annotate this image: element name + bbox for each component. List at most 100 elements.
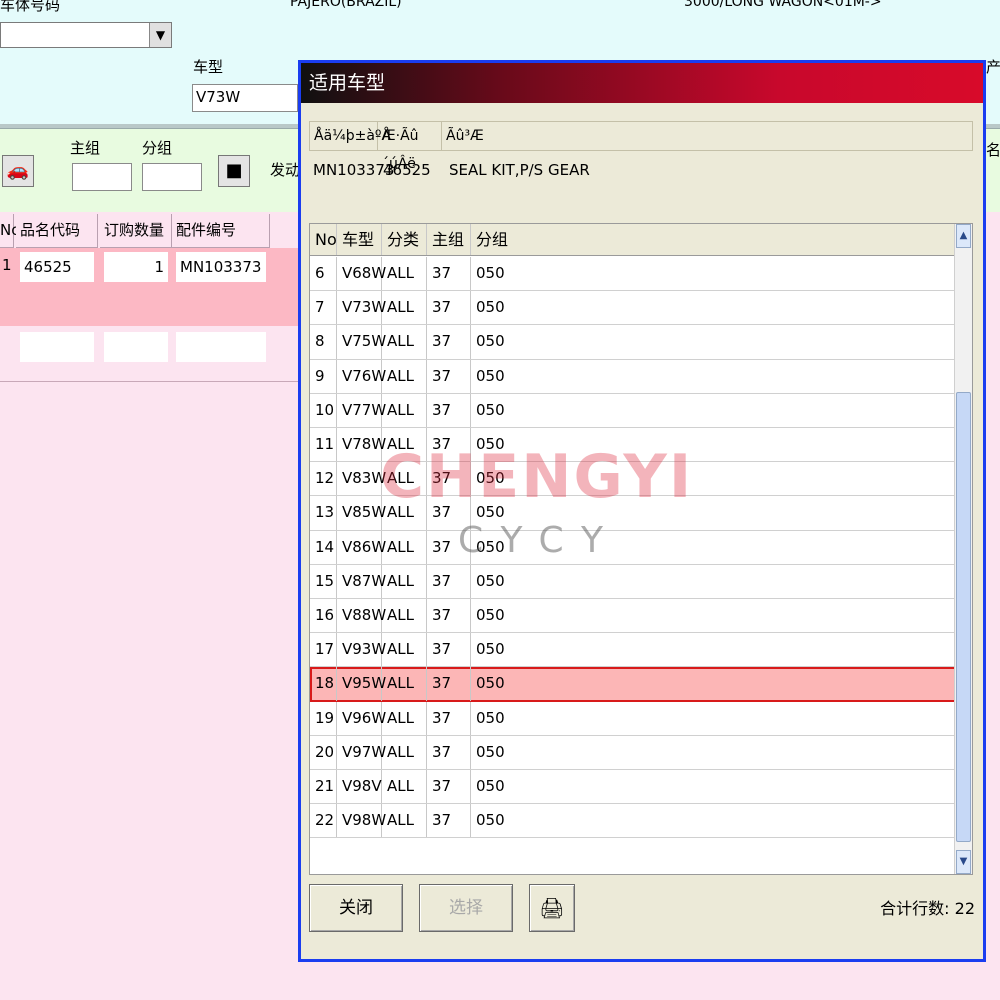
right-label-top: 产: [986, 58, 1000, 76]
row-no: 18: [310, 667, 337, 701]
table-row[interactable]: 16 V88W ALL 37 050: [310, 599, 956, 634]
vertical-scrollbar[interactable]: ▲ ▼: [954, 224, 972, 874]
close-button[interactable]: 关闭: [309, 884, 403, 932]
row-category: ALL: [382, 428, 427, 462]
dialog-body: 适用车型 Åä¼þ±àºÅ Æ·Ãû´úÂë Ãû³Æ MN103373 465…: [301, 63, 983, 959]
models-grid: No 车型 分类 主组 分组 6 V68W ALL 37 050 7 V73W ALL 37 05…: [309, 223, 973, 875]
row-model: V95W: [337, 667, 386, 701]
table-row[interactable]: 10 V77W ALL 37 050: [310, 393, 956, 428]
grid-header-code: 品名代码: [16, 214, 98, 248]
table-row[interactable]: 19 V96W ALL 37 050: [310, 701, 956, 736]
row-model: V75W: [337, 325, 386, 359]
row-sub-group: 050: [476, 264, 505, 282]
dialog-title[interactable]: 适用车型: [301, 63, 983, 103]
row-no: 21: [310, 770, 337, 804]
table-row[interactable]: 8 V75W ALL 37 050: [310, 325, 956, 360]
vehicle-type-field[interactable]: V73W: [192, 84, 298, 112]
row-sub-group: 050: [476, 606, 505, 624]
row-model: V88W: [337, 599, 386, 633]
table-row[interactable]: 7 V73W ALL 37 050: [310, 291, 956, 326]
engine-label: 发动: [270, 161, 301, 179]
row-sub-group: 050: [476, 435, 505, 453]
row-model: V93W: [337, 633, 386, 667]
chevron-down-icon[interactable]: ▼: [149, 23, 171, 47]
col-header-main-group[interactable]: 主组: [427, 224, 471, 255]
select-button[interactable]: 选择: [419, 884, 513, 932]
scroll-thumb[interactable]: [956, 392, 971, 842]
row-category: ALL: [382, 291, 427, 325]
row-no: 14: [310, 530, 337, 564]
right-label-mid: 名: [986, 141, 1000, 159]
row-category: ALL: [382, 770, 427, 804]
chassis-number-combo[interactable]: ▼: [0, 22, 172, 48]
sub-group-field[interactable]: [142, 163, 202, 191]
row-main-group: 37: [427, 804, 471, 838]
row-model: V73W: [337, 291, 386, 325]
row-sub-group: 050: [476, 708, 505, 727]
table-row[interactable]: 17 V93W ALL 37 050: [310, 633, 956, 668]
car-icon[interactable]: 🚗: [2, 155, 34, 187]
row-model: V96W: [337, 701, 386, 735]
row-qty[interactable]: 1: [104, 252, 168, 282]
table-row[interactable]: 14 V86W ALL 37 050: [310, 530, 956, 565]
row-part-empty[interactable]: [176, 332, 266, 362]
table-row[interactable]: 12 V83W ALL 37 050: [310, 462, 956, 497]
row-sub-group: 050: [476, 674, 505, 693]
row-main-group: 37: [427, 496, 471, 530]
table-row[interactable]: 1 46525 1 MN103373: [0, 248, 300, 326]
table-row[interactable]: 9 V76W ALL 37 050: [310, 359, 956, 394]
row-no: 22: [310, 804, 337, 838]
row-code[interactable]: 46525: [20, 252, 94, 282]
info-header-code: Æ·Ãû´úÂë: [378, 122, 442, 172]
table-row[interactable]: 11 V78W ALL 37 050: [310, 428, 956, 463]
row-model: V83W: [337, 462, 386, 496]
row-qty-empty[interactable]: [104, 332, 168, 362]
row-main-group: 37: [427, 633, 471, 667]
col-header-model[interactable]: 车型: [337, 224, 382, 255]
table-row[interactable]: 18 V95W ALL 37 050: [310, 667, 956, 702]
row-main-group: 37: [427, 770, 471, 804]
row-part-no[interactable]: MN103373: [176, 252, 266, 282]
engine-icon[interactable]: ■: [218, 155, 250, 187]
table-row[interactable]: [0, 326, 300, 382]
col-header-no[interactable]: No: [310, 224, 337, 255]
row-model: V85W: [337, 496, 386, 530]
table-row[interactable]: 13 V85W ALL 37 050: [310, 496, 956, 531]
info-code: 46525: [383, 161, 431, 179]
row-main-group: 37: [427, 564, 471, 598]
row-sub-group: 050: [476, 537, 505, 556]
col-header-category[interactable]: 分类: [382, 224, 427, 255]
main-group-field[interactable]: [72, 163, 132, 191]
table-row[interactable]: 6 V68W ALL 37 050: [310, 257, 956, 292]
grid-header-no: No: [0, 214, 20, 248]
model-variant: 3000/LONG WAGON<01M->: [684, 0, 882, 10]
table-row[interactable]: 15 V87W ALL 37 050: [310, 564, 956, 599]
row-sub-group: 050: [476, 811, 505, 830]
scroll-down-icon[interactable]: ▼: [956, 850, 971, 874]
models-grid-header: No 车型 分类 主组 分组: [310, 224, 956, 256]
row-category: ALL: [382, 393, 427, 427]
row-code-empty[interactable]: [20, 332, 94, 362]
row-main-group: 37: [427, 462, 471, 496]
row-main-group: 37: [427, 393, 471, 427]
row-main-group: 37: [427, 291, 471, 325]
row-main-group: 37: [427, 735, 471, 769]
printer-icon[interactable]: 🖨: [529, 884, 575, 932]
row-category: ALL: [382, 359, 427, 393]
row-main-group: 37: [427, 701, 471, 735]
table-row[interactable]: 22 V98W ALL 37 050: [310, 804, 956, 839]
row-main-group: 37: [427, 325, 471, 359]
scroll-up-icon[interactable]: ▲: [956, 224, 971, 248]
chassis-number-label: 车体号码: [0, 0, 61, 14]
info-name: SEAL KIT,P/S GEAR: [449, 161, 590, 179]
row-category: ALL: [382, 530, 427, 564]
table-row[interactable]: 20 V97W ALL 37 050: [310, 735, 956, 770]
row-category: ALL: [382, 496, 427, 530]
sub-group-label: 分组: [142, 139, 173, 157]
row-model: V97W: [337, 735, 386, 769]
table-row[interactable]: 21 V98V ALL 37 050: [310, 770, 956, 805]
row-no: 8: [310, 325, 337, 359]
info-header-part-no: Åä¼þ±àºÅ: [310, 122, 391, 150]
row-category: ALL: [382, 804, 427, 838]
col-header-sub-group[interactable]: 分组: [471, 224, 956, 255]
